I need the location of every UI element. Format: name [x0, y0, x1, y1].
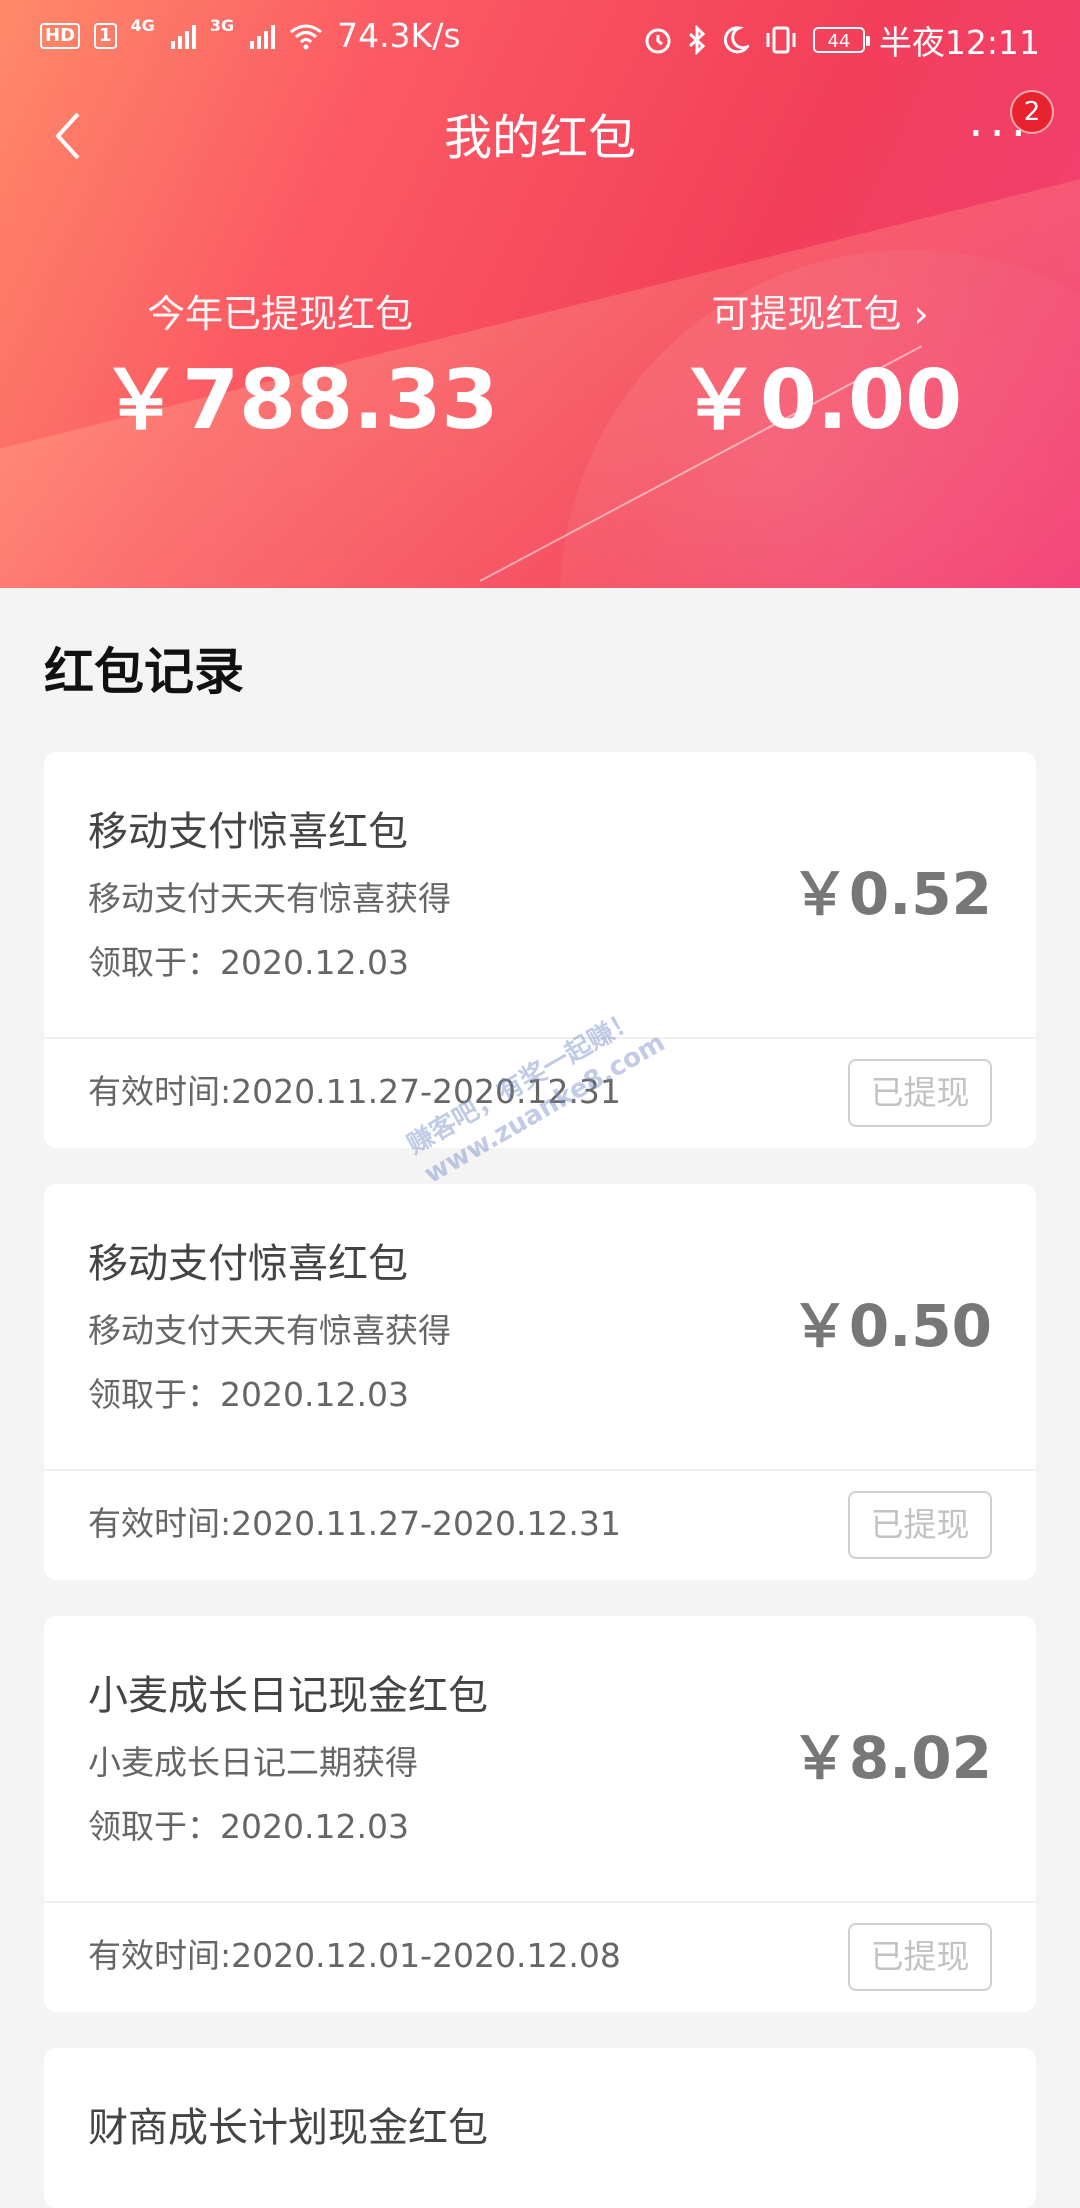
available-amount: ￥0.00: [677, 353, 963, 448]
record-date: 领取于：2020.12.03: [88, 1807, 409, 1846]
available-summary[interactable]: 可提现红包 › ￥0.00: [640, 288, 1000, 456]
record-date: 领取于：2020.12.03: [88, 943, 409, 982]
withdrawn-status-button[interactable]: 已提现: [848, 1491, 992, 1559]
clock: 半夜12:11: [878, 23, 1040, 62]
status-bar: HD 1 4G 3G 74.3K/s 44 半夜12:11: [0, 0, 1080, 72]
network-speed: 74.3K/s: [337, 16, 461, 55]
record-valid-period: 有效时间:2020.12.01-2020.12.08: [88, 1936, 621, 1975]
record-name: 小麦成长日记现金红包: [88, 1673, 488, 1719]
page-title: 我的红包: [443, 110, 636, 166]
available-label[interactable]: 可提现红包 ›: [640, 288, 1000, 340]
hd-indicator: HD: [40, 22, 81, 49]
header-banner: HD 1 4G 3G 74.3K/s 44 半夜12:11 我的红包 ··· 2…: [0, 0, 1080, 588]
withdrawn-label: 今年已提现红包: [146, 292, 413, 336]
battery-icon: 44: [812, 27, 870, 53]
signal-icon: [170, 23, 196, 49]
record-card[interactable]: 移动支付惊喜红包 移动支付天天有惊喜获得 领取于：2020.12.03 ￥0.5…: [44, 1184, 1036, 1580]
withdrawn-status-button[interactable]: 已提现: [848, 1059, 992, 1127]
record-card[interactable]: 小麦成长日记现金红包 小麦成长日记二期获得 领取于：2020.12.03 ￥8.…: [44, 1616, 1036, 2012]
withdrawn-summary: 今年已提现红包 ￥788.33: [100, 288, 499, 456]
record-amount: ￥0.50: [790, 1292, 992, 1360]
record-source: 移动支付天天有惊喜获得: [88, 879, 451, 918]
record-card[interactable]: 移动支付惊喜红包 移动支付天天有惊喜获得 领取于：2020.12.03 ￥0.5…: [44, 752, 1036, 1148]
record-amount: ￥8.02: [790, 1724, 992, 1792]
record-source: 小麦成长日记二期获得: [88, 1743, 418, 1782]
record-name: 移动支付惊喜红包: [88, 809, 408, 855]
records-title: 红包记录: [44, 643, 244, 701]
bluetooth-icon: [688, 25, 706, 55]
withdrawn-status-button[interactable]: 已提现: [848, 1923, 992, 1991]
record-valid-period: 有效时间:2020.11.27-2020.12.31: [88, 1072, 621, 1111]
record-source: 移动支付天天有惊喜获得: [88, 1311, 451, 1350]
record-amount: ￥0.52: [790, 860, 992, 928]
network-type-2: 3G: [209, 16, 235, 35]
vibrate-icon: [766, 26, 796, 54]
record-card[interactable]: 财商成长计划现金红包: [44, 2048, 1036, 2208]
network-type-1: 4G: [130, 16, 155, 35]
wifi-icon: [290, 24, 323, 49]
notification-badge: 2: [1010, 90, 1054, 134]
record-date: 领取于：2020.12.03: [88, 1375, 409, 1414]
record-name: 移动支付惊喜红包: [88, 1241, 408, 1287]
moon-icon: [723, 26, 749, 54]
nav-bar: 我的红包 ··· 2: [0, 90, 1080, 190]
alarm-icon: [645, 28, 671, 54]
record-valid-period: 有效时间:2020.11.27-2020.12.31: [88, 1504, 621, 1543]
sim-indicator: 1: [94, 22, 117, 49]
withdrawn-amount: ￥788.33: [100, 353, 499, 448]
signal-icon-2: [250, 23, 276, 49]
record-name: 财商成长计划现金红包: [88, 2105, 488, 2151]
